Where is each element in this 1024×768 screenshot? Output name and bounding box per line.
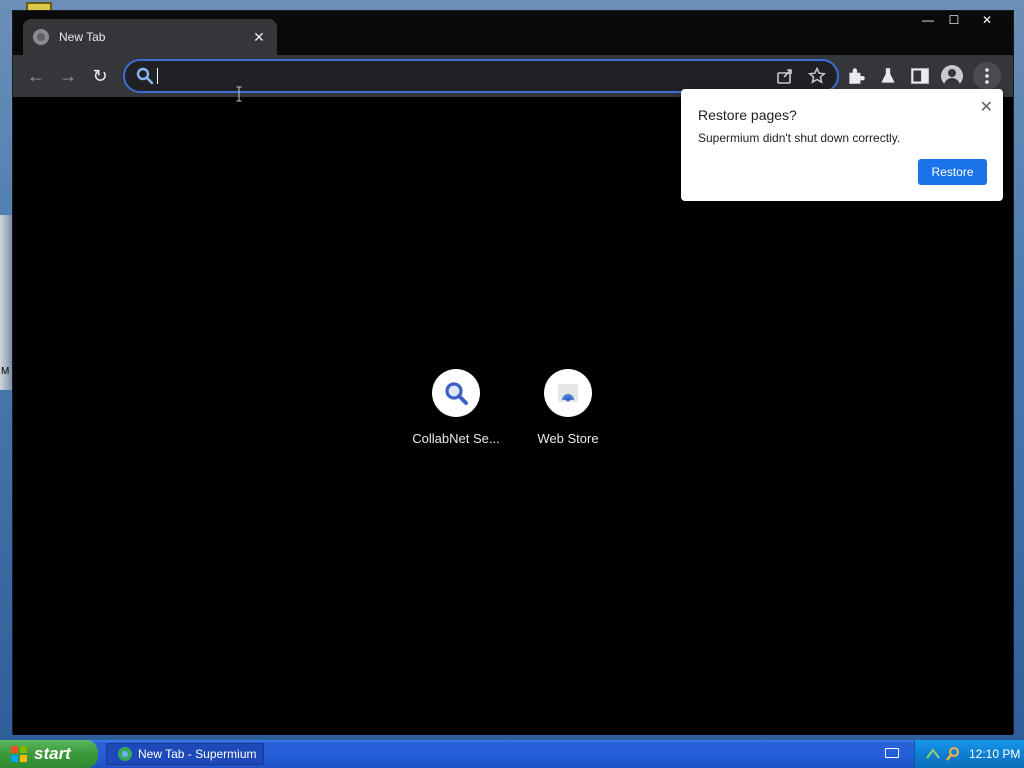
taskbar: start New Tab - Supermium 12:10 PM	[0, 740, 1024, 768]
shortcut-collabnet-search[interactable]: CollabNet Se...	[401, 369, 511, 446]
restore-pages-dialog: Restore pages? Supermium didn't shut dow…	[681, 89, 1003, 201]
web-store-icon	[558, 384, 578, 402]
start-button[interactable]: start	[0, 740, 98, 768]
system-tray: 12:10 PM	[914, 740, 1024, 768]
back-button[interactable]: ←	[21, 61, 51, 91]
title-bar: New Tab ✕ — ☐ ✕	[13, 11, 1013, 55]
labs-flask-icon[interactable]	[877, 61, 899, 91]
shortcut-label: CollabNet Se...	[412, 431, 500, 446]
shortcut-tile	[432, 369, 480, 417]
avatar-icon	[941, 65, 963, 87]
browser-icon	[118, 747, 132, 761]
omnibox[interactable]	[123, 59, 839, 93]
bookmark-star-icon[interactable]	[807, 66, 827, 86]
extensions-puzzle-icon[interactable]	[845, 61, 867, 91]
reload-button[interactable]: ↻	[85, 61, 115, 91]
shortcut-tile	[544, 369, 592, 417]
tab-new-tab[interactable]: New Tab ✕	[23, 19, 277, 55]
globe-icon	[33, 29, 49, 45]
windows-logo-icon	[11, 746, 27, 762]
forward-button[interactable]: →	[53, 61, 83, 91]
desktop-background-edge	[0, 215, 12, 390]
share-icon[interactable]	[775, 66, 795, 86]
tab-title: New Tab	[59, 30, 106, 44]
toolbar-actions	[845, 61, 1001, 91]
omnibox-actions	[775, 66, 827, 86]
restore-button[interactable]: Restore	[918, 159, 987, 185]
text-caret	[157, 68, 158, 84]
shortcut-web-store[interactable]: Web Store	[513, 369, 623, 446]
search-tray-icon[interactable]	[945, 746, 961, 762]
browser-window: New Tab ✕ — ☐ ✕ ← → ↻ CollabNet Se... We…	[12, 10, 1014, 735]
more-menu-icon[interactable]	[973, 62, 1001, 90]
address-input[interactable]	[163, 64, 775, 88]
dialog-message: Supermium didn't shut down correctly.	[698, 131, 901, 145]
profile-button[interactable]	[941, 61, 963, 91]
dialog-close-button[interactable]: ✕	[980, 97, 993, 117]
maximize-button[interactable]: ☐	[941, 11, 967, 29]
clock: 12:10 PM	[969, 747, 1021, 761]
keyboard-icon[interactable]	[885, 748, 899, 758]
search-icon	[136, 67, 154, 85]
side-panel-icon[interactable]	[909, 61, 931, 91]
start-label: start	[34, 744, 71, 763]
minimize-button[interactable]: —	[915, 11, 941, 29]
shortcut-label: Web Store	[537, 431, 599, 446]
window-close-button[interactable]: ✕	[967, 11, 1007, 29]
desktop-edge-text: M	[1, 366, 10, 377]
network-icon[interactable]	[925, 746, 941, 762]
task-label: New Tab - Supermium	[138, 747, 257, 761]
magnifier-icon	[445, 382, 468, 405]
text-cursor-icon	[236, 86, 242, 102]
dialog-title: Restore pages?	[698, 107, 797, 123]
taskbar-task-supermium[interactable]: New Tab - Supermium	[106, 743, 264, 765]
tab-close-button[interactable]: ✕	[251, 29, 267, 46]
window-controls: — ☐ ✕	[915, 11, 1007, 31]
